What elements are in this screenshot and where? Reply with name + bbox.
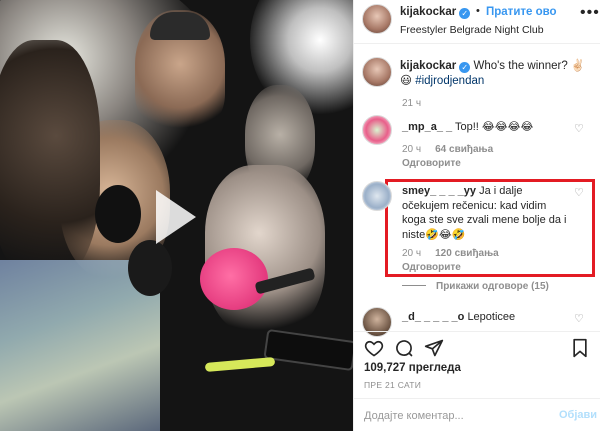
- post-time[interactable]: ПРЕ 21 САТИ: [364, 380, 421, 390]
- avatar[interactable]: [362, 4, 392, 34]
- header-username[interactable]: kijakockar ✓: [400, 6, 471, 19]
- reply-button[interactable]: Одговорите: [402, 158, 461, 169]
- comment: smey_ _ _ _yy Ja i dalje očekujem rečeni…: [402, 184, 570, 242]
- caption-time: 21 ч: [402, 98, 422, 109]
- play-icon[interactable]: [148, 190, 200, 246]
- highlighter-pen: [204, 356, 276, 373]
- caption-emoji: 😃: [400, 75, 412, 87]
- view-count[interactable]: 109,727 прегледа: [364, 362, 461, 374]
- replies-divider: [402, 285, 426, 286]
- heart-icon[interactable]: [364, 338, 384, 358]
- caption-username[interactable]: kijakockar: [400, 60, 456, 72]
- comment: _d_ _ _ _ _o Lepoticee: [402, 310, 572, 325]
- post-header: kijakockar ✓ • Пратите ово Freestyler Bel…: [354, 0, 600, 44]
- follow-button[interactable]: Пратите ово: [486, 6, 557, 18]
- comment-meta: 20 ч 64 свиђања: [402, 144, 494, 155]
- heart-icon[interactable]: ♡: [574, 186, 584, 199]
- action-bar: [354, 331, 600, 363]
- caption-text: Who's the winner? ✌🏻: [473, 60, 586, 72]
- comment-username[interactable]: smey_ _ _ _yy: [402, 185, 476, 197]
- caption-avatar[interactable]: [362, 57, 392, 87]
- comment-username[interactable]: _d_ _ _ _ _o: [402, 311, 464, 323]
- hashtag-link[interactable]: #idjrodjendan: [415, 75, 484, 87]
- bookmark-icon[interactable]: [570, 338, 590, 358]
- comment-meta: 20 ч 120 свиђања: [402, 248, 499, 259]
- location-link[interactable]: Freestyler Belgrade Night Club: [400, 24, 544, 36]
- comment-likes[interactable]: 120 свиђања: [435, 248, 499, 259]
- comment-icon[interactable]: [394, 338, 414, 358]
- heart-icon[interactable]: ♡: [574, 122, 584, 135]
- microphone: [128, 240, 172, 296]
- reply-button[interactable]: Одговорите: [402, 262, 461, 273]
- comment-avatar[interactable]: [362, 181, 392, 211]
- more-icon[interactable]: •••: [580, 4, 600, 22]
- microphone: [95, 185, 141, 243]
- comment-avatar[interactable]: [362, 115, 392, 145]
- separator-dot: •: [476, 5, 480, 17]
- caption: kijakockar ✓ Who's the winner? ✌🏻 😃 #idjr…: [400, 59, 595, 89]
- recording-phone: [263, 328, 353, 372]
- comment-likes[interactable]: 64 свиђања: [435, 144, 493, 155]
- add-comment-bar: Објави: [354, 398, 600, 431]
- instagram-post: kijakockar ✓ • Пратите ово Freestyler Bel…: [0, 0, 600, 431]
- view-replies-button[interactable]: Прикажи одговоре (15): [402, 281, 549, 292]
- comment-text: Lepoticee: [467, 311, 516, 323]
- pink-microphone: [200, 248, 268, 310]
- crowd-cap: [150, 12, 210, 40]
- post-comment-button[interactable]: Објави: [559, 409, 597, 421]
- verified-icon: ✓: [459, 8, 471, 19]
- comment: _mp_a_ _ Top!! 😂😂😂😂: [402, 120, 572, 135]
- post-video[interactable]: [0, 0, 353, 431]
- comment-input[interactable]: [364, 408, 544, 424]
- singer-hair: [0, 40, 100, 280]
- share-icon[interactable]: [424, 338, 444, 358]
- verified-icon: ✓: [459, 62, 471, 73]
- heart-icon[interactable]: ♡: [574, 312, 584, 325]
- comment-text: Top!! 😂😂😂😂: [455, 121, 534, 133]
- comment-username[interactable]: _mp_a_ _: [402, 121, 452, 133]
- post-panel: kijakockar ✓ • Пратите ово Freestyler Bel…: [353, 0, 600, 431]
